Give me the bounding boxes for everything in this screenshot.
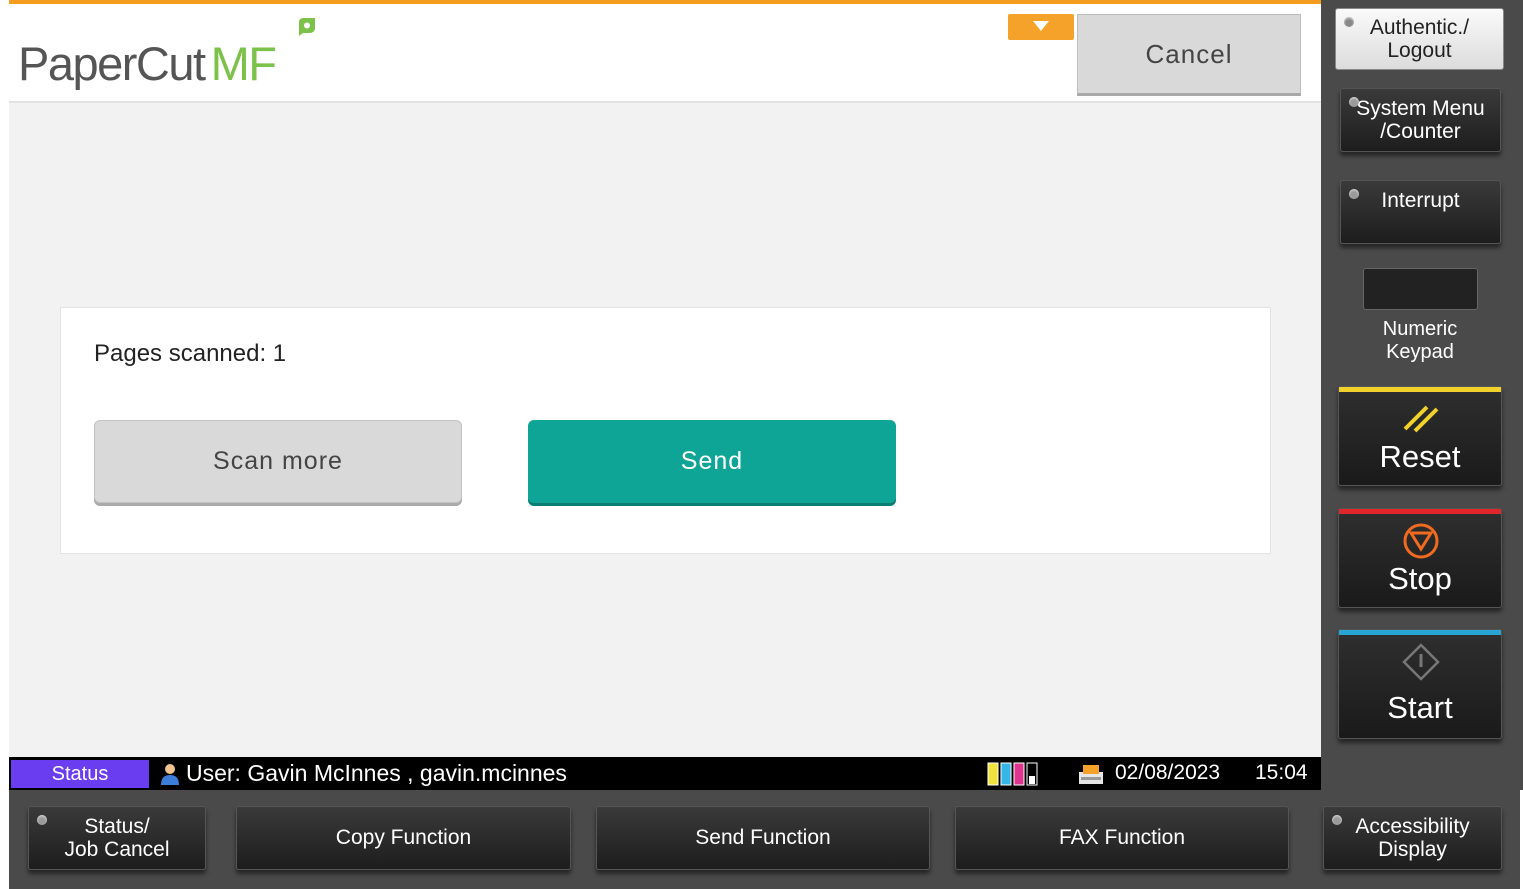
indicator-led xyxy=(1349,189,1359,199)
system-menu-label: System Menu /Counter xyxy=(1356,96,1485,143)
stop-button[interactable]: Stop xyxy=(1338,508,1502,608)
numeric-keypad-button[interactable] xyxy=(1363,268,1478,310)
authentic-logout-label: Authentic./ Logout xyxy=(1369,15,1470,62)
status-job-cancel-label: Status/ Job Cancel xyxy=(64,814,170,861)
scan-more-button[interactable]: Scan more xyxy=(94,420,462,503)
start-label: Start xyxy=(1387,690,1453,725)
start-icon xyxy=(1402,643,1440,681)
numeric-keypad-label: Numeric Keypad xyxy=(1382,318,1458,363)
reset-button[interactable]: Reset xyxy=(1338,386,1502,486)
indicator-led xyxy=(37,815,47,825)
chevron-down-icon xyxy=(1033,21,1049,31)
fax-function-label: FAX Function xyxy=(1058,826,1186,850)
cancel-button[interactable]: Cancel xyxy=(1077,14,1301,96)
copy-function-label: Copy Function xyxy=(335,826,472,850)
accessibility-label: Accessibility Display xyxy=(1355,814,1470,861)
indicator-led xyxy=(1344,17,1354,27)
interrupt-button[interactable]: Interrupt xyxy=(1340,180,1501,244)
user-info: User: Gavin McInnes , gavin.mcinnes xyxy=(186,760,567,786)
reset-label: Reset xyxy=(1379,439,1461,474)
reset-icon xyxy=(1403,405,1439,433)
status-button[interactable]: Status xyxy=(11,760,149,788)
fax-function-button[interactable]: FAX Function xyxy=(955,806,1289,870)
reset-stripe xyxy=(1339,387,1501,392)
copy-function-button[interactable]: Copy Function xyxy=(236,806,571,870)
authentic-logout-button[interactable]: Authentic./ Logout xyxy=(1335,8,1504,70)
send-button[interactable]: Send xyxy=(528,420,896,503)
toner-level-icon xyxy=(987,762,1038,786)
system-menu-counter-button[interactable]: System Menu /Counter xyxy=(1340,88,1501,152)
date-display: 02/08/2023 xyxy=(1115,761,1221,784)
start-button[interactable]: Start xyxy=(1338,629,1502,739)
status-job-cancel-button[interactable]: Status/ Job Cancel xyxy=(28,806,206,870)
time-display: 15:04 xyxy=(1255,761,1308,784)
accessibility-display-button[interactable]: Accessibility Display xyxy=(1323,806,1502,870)
user-icon xyxy=(161,764,179,785)
indicator-led xyxy=(1332,815,1342,825)
dropdown-tab[interactable] xyxy=(1008,14,1074,40)
start-stripe xyxy=(1339,630,1501,635)
papercut-logo: PaperCut MF xyxy=(18,37,277,90)
interrupt-label: Interrupt xyxy=(1381,189,1460,212)
stop-icon xyxy=(1403,523,1439,559)
stop-stripe xyxy=(1339,509,1501,514)
send-function-button[interactable]: Send Function xyxy=(596,806,930,870)
stop-label: Stop xyxy=(1388,561,1452,596)
status-bar: Status User: Gavin McInnes , gavin.mcinn… xyxy=(9,757,1321,790)
printer-status-icon xyxy=(1079,765,1103,784)
send-function-label: Send Function xyxy=(695,826,831,850)
leaf-icon xyxy=(299,18,315,36)
pages-scanned-text: Pages scanned: 1 xyxy=(94,340,287,367)
indicator-led xyxy=(1349,97,1359,107)
